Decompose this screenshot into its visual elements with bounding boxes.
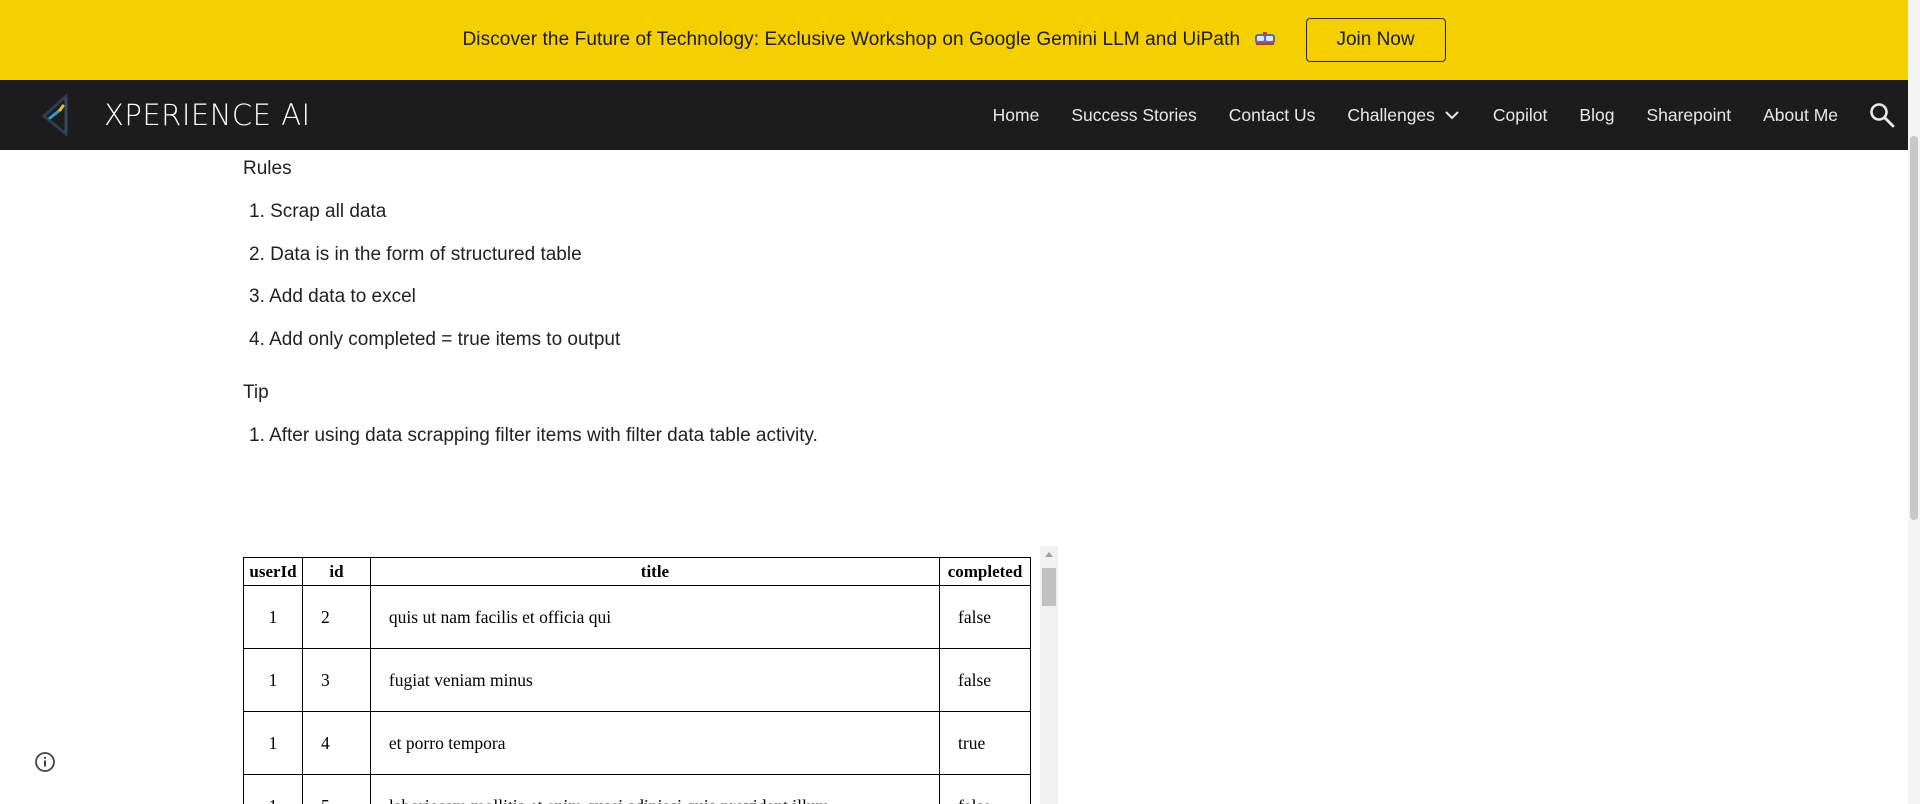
chevron-down-icon[interactable] bbox=[1443, 106, 1461, 124]
cell-completed: false bbox=[939, 648, 1031, 712]
page-scrollbar[interactable] bbox=[1908, 0, 1920, 804]
rules-item: 3. Add data to excel bbox=[249, 286, 416, 307]
cell-title: fugiat veniam minus bbox=[369, 648, 941, 712]
cell-completed: true bbox=[939, 711, 1031, 775]
table-row: 1 2 quis ut nam facilis et officia qui f… bbox=[243, 585, 1031, 649]
cell-id: 2 bbox=[301, 585, 371, 649]
table-row: 1 3 fugiat veniam minus false bbox=[243, 648, 1031, 712]
table-row: 1 5 laboriosam mollitia et enim quasi ad… bbox=[243, 774, 1031, 804]
nav-blog-label: Blog bbox=[1579, 104, 1615, 125]
site-logo-icon[interactable] bbox=[36, 92, 80, 138]
cell-completed: false bbox=[939, 585, 1031, 649]
table-scrollbar-thumb[interactable] bbox=[1042, 568, 1056, 606]
search-icon[interactable] bbox=[1868, 101, 1896, 129]
rules-item: 4. Add only completed = true items to ou… bbox=[249, 328, 621, 350]
nav-contact-us[interactable]: Contact Us bbox=[1229, 105, 1316, 126]
cell-id: 5 bbox=[301, 774, 371, 804]
cell-completed: false bbox=[939, 774, 1031, 804]
nav-challenges-label: Challenges bbox=[1347, 104, 1435, 125]
table-scrollbar[interactable] bbox=[1040, 546, 1058, 804]
rules-item: 1. Scrap all data bbox=[249, 201, 387, 222]
nav-about-me-label: About Me bbox=[1763, 104, 1838, 125]
nav-blog[interactable]: Blog bbox=[1579, 105, 1614, 126]
rules-heading: Rules bbox=[243, 158, 292, 179]
nav-success-stories[interactable]: Success Stories bbox=[1071, 105, 1196, 126]
scroll-up-arrow-icon[interactable] bbox=[1045, 552, 1053, 557]
site-title[interactable]: XPERIENCE AI bbox=[104, 94, 311, 136]
cell-title: laboriosam mollitia et enim quasi adipis… bbox=[369, 774, 941, 804]
site-header: XPERIENCE AI Home Success Stories Contac… bbox=[0, 80, 1908, 150]
tip-heading: Tip bbox=[243, 382, 269, 403]
main-nav: Home Success Stories Contact Us Challeng… bbox=[993, 80, 1896, 150]
embedded-table-frame[interactable]: userId id title completed 1 2 quis ut na… bbox=[243, 546, 1058, 804]
nav-about-me[interactable]: About Me bbox=[1763, 105, 1838, 126]
rules-list: 1. Scrap all data 2. Data is in the form… bbox=[249, 200, 620, 370]
nav-home[interactable]: Home bbox=[993, 105, 1040, 126]
cell-userid: 1 bbox=[243, 774, 303, 804]
banner-text: Discover the Future of Technology: Exclu… bbox=[462, 29, 1275, 51]
table-row: 1 4 et porro tempora true bbox=[243, 711, 1031, 775]
cell-id: 3 bbox=[301, 648, 371, 712]
join-now-button[interactable]: Join Now bbox=[1305, 18, 1446, 62]
nav-copilot[interactable]: Copilot bbox=[1493, 105, 1547, 126]
column-header-title: title bbox=[369, 557, 941, 586]
data-table: userId id title completed 1 2 quis ut na… bbox=[243, 557, 1031, 804]
rules-item: 2. Data is in the form of structured tab… bbox=[249, 243, 582, 265]
cell-title: quis ut nam facilis et officia qui bbox=[369, 585, 941, 649]
cell-title: et porro tempora bbox=[369, 711, 941, 775]
nav-sharepoint-label: Sharepoint bbox=[1646, 104, 1732, 125]
nav-success-stories-label: Success Stories bbox=[1071, 104, 1197, 125]
nav-home-label: Home bbox=[992, 104, 1040, 125]
tip-item: 1. After using data scrapping filter ite… bbox=[249, 425, 818, 446]
column-header-userid: userId bbox=[243, 557, 303, 586]
cell-id: 4 bbox=[301, 711, 371, 775]
tip-list: 1. After using data scrapping filter ite… bbox=[249, 424, 818, 467]
table-header-row: userId id title completed bbox=[243, 557, 1031, 586]
banner-message: Discover the Future of Technology: Exclu… bbox=[462, 29, 1241, 50]
column-header-completed: completed bbox=[939, 557, 1031, 586]
cell-userid: 1 bbox=[243, 711, 303, 775]
vr-headset-icon bbox=[1254, 32, 1275, 45]
page-scrollbar-thumb[interactable] bbox=[1910, 136, 1918, 520]
cell-userid: 1 bbox=[243, 648, 303, 712]
cell-userid: 1 bbox=[243, 585, 303, 649]
nav-contact-us-label: Contact Us bbox=[1228, 104, 1316, 125]
nav-challenges[interactable]: Challenges bbox=[1347, 105, 1461, 126]
column-header-id: id bbox=[301, 557, 371, 586]
announcement-banner: Discover the Future of Technology: Exclu… bbox=[0, 0, 1908, 80]
nav-sharepoint[interactable]: Sharepoint bbox=[1646, 105, 1731, 126]
nav-copilot-label: Copilot bbox=[1492, 104, 1548, 125]
info-icon[interactable] bbox=[34, 751, 56, 773]
